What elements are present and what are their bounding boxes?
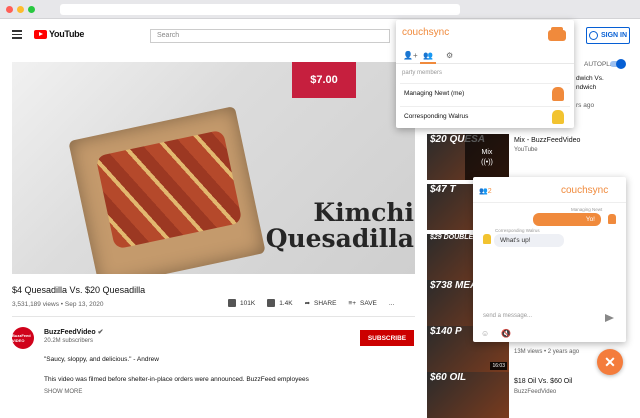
share-button[interactable]: ➦ SHARE: [304, 299, 337, 308]
share-icon: ➦: [304, 300, 311, 307]
couchsync-chat-panel: 👥2 couchsync Managing Newt Yo! Correspon…: [473, 177, 626, 342]
add-to-playlist-icon: ≡+: [348, 299, 357, 307]
message-input[interactable]: send a message...: [479, 313, 605, 325]
youtube-play-icon: [34, 29, 47, 39]
description-line: "Saucy, sloppy, and delicious." - Andrew: [44, 356, 159, 363]
popup-tabs: 👤+ 👥 ⚙: [396, 48, 574, 64]
description-line: This video was filmed before shelter-in-…: [44, 376, 309, 383]
chat-toolbar: ☺ 🔇: [481, 329, 511, 338]
mix-overlay: Mix ((•)): [465, 134, 509, 180]
share-label: SHARE: [314, 299, 337, 307]
sidebar-video-title[interactable]: Mix - BuzzFeedVideo: [514, 137, 580, 144]
like-count: 101K: [240, 299, 256, 307]
dislike-button[interactable]: 1.4K: [267, 299, 293, 307]
chat-message-outgoing: Yo!: [533, 213, 601, 226]
party-members-label: party members: [402, 70, 443, 76]
add-user-icon[interactable]: 👤+: [403, 51, 418, 60]
couchsync-logo: couchsync: [402, 27, 450, 38]
save-label: SAVE: [360, 299, 377, 307]
party-member-row: Corresponding Walrus: [400, 106, 570, 126]
mute-icon[interactable]: 🔇: [501, 329, 511, 338]
thumbnail-text: $47 T: [430, 184, 456, 195]
thumbnail-text: $140 P: [430, 326, 462, 337]
active-tab-indicator: [420, 62, 436, 64]
video-title: $4 Quesadilla Vs. $20 Quesadilla: [12, 285, 146, 295]
member-avatar-icon: [552, 110, 564, 124]
member-name: Managing Newt (me): [404, 90, 465, 97]
couchsync-popup: couchsync 👤+ 👥 ⚙ party members Managing …: [396, 20, 574, 128]
video-duration: 16:03: [490, 362, 507, 370]
member-avatar-icon: [552, 87, 564, 101]
autoplay-toggle[interactable]: [610, 59, 626, 69]
save-button[interactable]: ≡+ SAVE: [348, 300, 376, 307]
sidebar-video-channel: BuzzFeedVideo: [514, 389, 557, 395]
member-count: 2: [487, 188, 492, 195]
dislike-count: 1.4K: [279, 299, 293, 307]
close-chat-button[interactable]: ✕: [597, 349, 623, 375]
youtube-wordmark: YouTube: [49, 29, 85, 39]
price-tag: $7.00: [292, 62, 356, 98]
browser-titlebar: [0, 0, 640, 19]
mix-radio-icon: ((•)): [481, 158, 493, 166]
sign-in-button[interactable]: SIGN IN: [586, 27, 630, 44]
address-bar[interactable]: [60, 4, 460, 15]
close-window-icon[interactable]: [6, 6, 13, 13]
channel-name[interactable]: BuzzFeedVideo ✔: [44, 328, 103, 336]
party-members-icon[interactable]: 👥: [423, 51, 433, 60]
overlay-title-line1: Kimchi: [313, 198, 414, 227]
more-actions-button[interactable]: ...: [389, 300, 394, 307]
thumbs-up-icon: [228, 299, 236, 307]
up-next-meta-fragment: rs ago: [576, 102, 595, 109]
subscribe-button[interactable]: SUBSCRIBE: [360, 330, 414, 346]
divider: [12, 316, 415, 317]
party-members-icon[interactable]: 👥2: [479, 187, 492, 195]
mix-label: Mix: [481, 148, 493, 156]
sidebar-thumbnail[interactable]: $60 OIL: [427, 372, 509, 418]
video-actions: 101K 1.4K ➦ SHARE ≡+ SAVE ...: [228, 299, 394, 307]
message-sender: Managing Newt: [571, 207, 603, 212]
thumbs-down-icon: [267, 299, 276, 307]
video-overlay-title: Kimchi Quesadilla: [234, 198, 414, 254]
more-icon: ...: [388, 299, 395, 307]
like-button[interactable]: 101K: [228, 299, 255, 307]
couch-icon: [548, 27, 566, 41]
user-icon: [588, 31, 598, 40]
video-views-date: 3,531,189 views • Sep 13, 2020: [12, 301, 104, 308]
gear-icon[interactable]: ⚙: [446, 51, 453, 60]
sign-in-label: SIGN IN: [600, 32, 628, 39]
sidebar-video-title[interactable]: $18 Oil Vs. $60 Oil: [514, 378, 572, 385]
channel-subscribers: 20.2M subscribers: [44, 338, 94, 344]
menu-icon[interactable]: [12, 30, 22, 39]
emoji-icon[interactable]: ☺: [481, 329, 489, 338]
message-sender: Corresponding Walrus: [495, 228, 540, 233]
sidebar-video-channel: YouTube: [514, 147, 538, 153]
sidebar-video-meta: 13M views • 2 years ago: [514, 349, 580, 355]
chat-message-incoming: What's up!: [494, 234, 564, 247]
member-avatar-icon: [483, 234, 491, 244]
thumbnail-text: $60 OIL: [430, 372, 467, 383]
youtube-logo[interactable]: YouTube: [34, 29, 84, 39]
show-more-button[interactable]: SHOW MORE: [44, 389, 82, 395]
couchsync-logo: couchsync: [561, 185, 609, 196]
verified-icon: ✔: [97, 329, 104, 336]
party-member-row: Managing Newt (me): [400, 83, 570, 103]
send-icon[interactable]: [605, 314, 614, 322]
channel-name-text: BuzzFeedVideo: [44, 329, 96, 336]
member-name: Corresponding Walrus: [404, 113, 469, 120]
chat-header: 👥2 couchsync: [473, 177, 626, 203]
member-avatar-icon: [608, 214, 616, 224]
maximize-window-icon[interactable]: [28, 6, 35, 13]
up-next-title-fragment: dwich Vs.: [576, 75, 604, 82]
up-next-title-fragment: ndwich: [576, 84, 597, 91]
minimize-window-icon[interactable]: [17, 6, 24, 13]
channel-avatar[interactable]: BuzzFeed VIDEO: [12, 327, 34, 349]
video-player[interactable]: $7.00 Kimchi Quesadilla: [12, 62, 415, 274]
search-input[interactable]: Search: [150, 29, 390, 43]
overlay-title-line2: Quesadilla: [265, 224, 414, 254]
